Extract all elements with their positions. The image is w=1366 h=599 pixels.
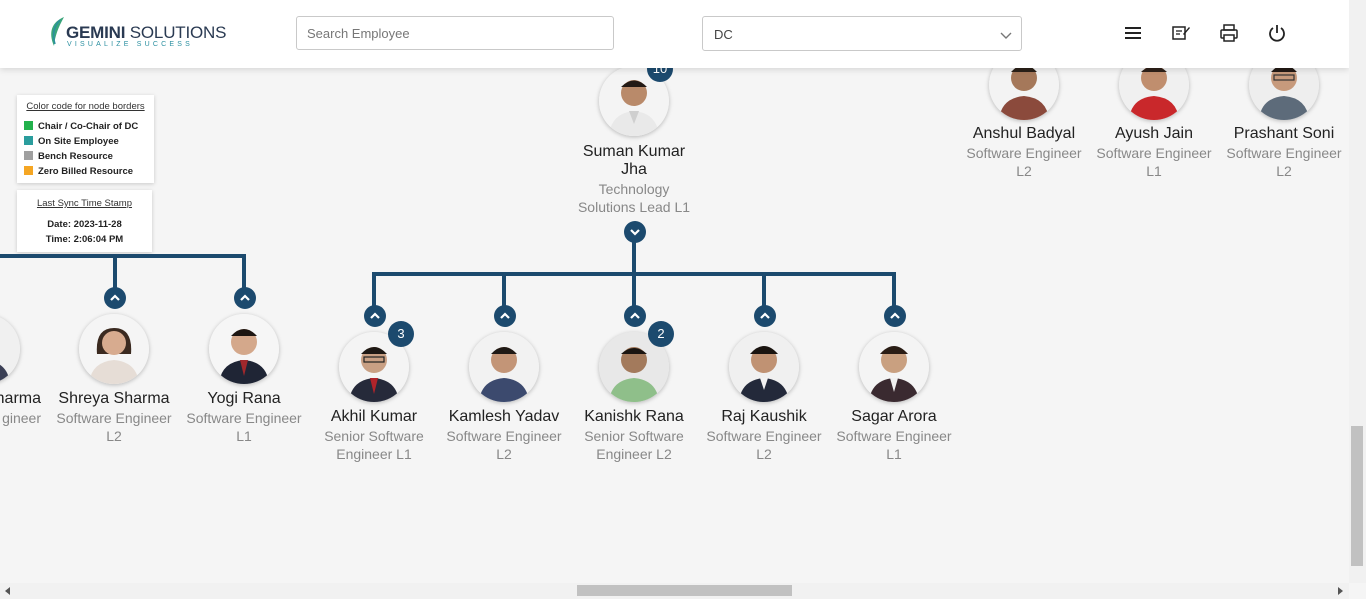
employee-title-line2: L2 bbox=[1016, 163, 1032, 179]
employee-title: gineer bbox=[2, 410, 41, 426]
employee-title-line2: L2 bbox=[756, 446, 772, 462]
manager-title: Technology bbox=[598, 181, 670, 197]
dc-select-value: DC bbox=[714, 27, 733, 42]
chevron-up-icon bbox=[370, 312, 380, 319]
employee-title: Senior Software bbox=[324, 428, 424, 444]
edit-note-icon[interactable] bbox=[1171, 23, 1191, 43]
gemini-solutions-logo[interactable]: GEMINI SOLUTIONS VISUALIZE SUCCESS bbox=[46, 16, 226, 52]
employee-title-line2: Engineer L1 bbox=[336, 446, 412, 462]
employee-title: Software Engineer bbox=[836, 428, 952, 444]
employee-title-line2: L2 bbox=[1276, 163, 1292, 179]
employee-name: Yogi Rana bbox=[207, 390, 281, 407]
employee-node[interactable]: harma gineer bbox=[0, 286, 50, 436]
chevron-up-icon bbox=[500, 312, 510, 319]
employee-name: Sagar Arora bbox=[851, 408, 937, 425]
employee-title-line2: L1 bbox=[886, 446, 902, 462]
manager-name: Suman Kumar bbox=[582, 143, 686, 160]
chevron-up-icon bbox=[890, 312, 900, 319]
expand-toggle-button[interactable] bbox=[234, 287, 256, 309]
employee-node[interactable]: Kamlesh Yadav Software Engineer L2 bbox=[439, 304, 569, 464]
employee-node[interactable]: Sagar Arora Software Engineer L1 bbox=[829, 304, 959, 464]
employee-title-line2: L2 bbox=[496, 446, 512, 462]
employee-name: Kanishk Rana bbox=[584, 408, 684, 425]
employee-title-line2: L1 bbox=[1146, 163, 1162, 179]
chevron-down-icon bbox=[630, 229, 640, 236]
dc-select[interactable]: DC bbox=[702, 16, 1022, 51]
employee-title: Software Engineer bbox=[56, 410, 172, 426]
employee-node[interactable]: Yogi Rana Software Engineer L1 bbox=[179, 286, 309, 446]
employee-title-line2: L1 bbox=[236, 428, 252, 444]
employee-name: Shreya Sharma bbox=[58, 390, 170, 407]
employee-title-line2: L2 bbox=[106, 428, 122, 444]
chevron-up-icon bbox=[630, 312, 640, 319]
avatar bbox=[729, 332, 799, 402]
employee-node[interactable]: Raj Kaushik Software Engineer L2 bbox=[699, 304, 829, 464]
avatar bbox=[0, 314, 20, 384]
employee-title: Software Engineer bbox=[1096, 145, 1212, 161]
scroll-left-arrow-icon[interactable] bbox=[5, 587, 10, 595]
employee-name: Prashant Soni bbox=[1233, 125, 1335, 142]
employee-name: Anshul Badyal bbox=[972, 125, 1076, 142]
employee-title: Software Engineer bbox=[966, 145, 1082, 161]
chevron-up-icon bbox=[760, 312, 770, 319]
vertical-scrollbar[interactable] bbox=[1349, 0, 1366, 583]
avatar bbox=[859, 332, 929, 402]
direct-reports-count-badge: 3 bbox=[388, 321, 414, 347]
avatar bbox=[469, 332, 539, 402]
employee-title: Software Engineer bbox=[706, 428, 822, 444]
employee-name: Raj Kaushik bbox=[721, 408, 807, 425]
expand-toggle-button[interactable] bbox=[104, 287, 126, 309]
logo-tagline: VISUALIZE SUCCESS bbox=[67, 41, 193, 48]
menu-icon[interactable] bbox=[1123, 23, 1143, 43]
expand-toggle-button[interactable] bbox=[624, 305, 646, 327]
horizontal-scrollbar[interactable] bbox=[0, 583, 1349, 599]
avatar bbox=[209, 314, 279, 384]
employee-title: Software Engineer bbox=[186, 410, 302, 426]
chevron-up-icon bbox=[110, 294, 120, 301]
top-header: GEMINI SOLUTIONS VISUALIZE SUCCESS DC bbox=[0, 0, 1349, 68]
manager-title-line2: Solutions Lead L1 bbox=[577, 199, 691, 215]
chevron-down-icon bbox=[1000, 32, 1012, 39]
employee-name: harma bbox=[0, 390, 41, 407]
employee-node[interactable]: Kanishk Rana Senior Software Engineer L2 bbox=[569, 304, 699, 464]
manager-name-line2: Jha bbox=[621, 161, 647, 178]
manager-node[interactable]: Suman Kumar Jha Technology Solutions Lea… bbox=[569, 60, 699, 220]
employee-title-line2: Engineer L2 bbox=[596, 446, 672, 462]
avatar bbox=[79, 314, 149, 384]
expand-toggle-button[interactable] bbox=[364, 305, 386, 327]
print-icon[interactable] bbox=[1219, 23, 1239, 43]
vertical-scroll-thumb[interactable] bbox=[1351, 426, 1363, 566]
logo-brand-text: GEMINI SOLUTIONS bbox=[66, 23, 227, 42]
employee-name: Ayush Jain bbox=[1115, 125, 1193, 142]
chevron-up-icon bbox=[240, 294, 250, 301]
expand-toggle-button[interactable] bbox=[754, 305, 776, 327]
horizontal-scroll-thumb[interactable] bbox=[577, 585, 792, 596]
employee-node[interactable]: Shreya Sharma Software Engineer L2 bbox=[49, 286, 179, 446]
collapse-toggle-button[interactable] bbox=[624, 221, 646, 243]
employee-node[interactable]: Akhil Kumar Senior Software Engineer L1 bbox=[309, 304, 439, 464]
expand-toggle-button[interactable] bbox=[884, 305, 906, 327]
power-icon[interactable] bbox=[1267, 23, 1287, 43]
search-employee-input[interactable] bbox=[296, 16, 614, 50]
employee-name: Kamlesh Yadav bbox=[448, 408, 560, 425]
expand-toggle-button[interactable] bbox=[494, 305, 516, 327]
employee-title: Senior Software bbox=[584, 428, 684, 444]
employee-title: Software Engineer bbox=[1226, 145, 1342, 161]
scroll-right-arrow-icon[interactable] bbox=[1338, 587, 1343, 595]
direct-reports-count-badge: 2 bbox=[648, 321, 674, 347]
employee-name: Akhil Kumar bbox=[330, 408, 418, 425]
leaf-logo-icon bbox=[51, 17, 64, 46]
employee-title: Software Engineer bbox=[446, 428, 562, 444]
